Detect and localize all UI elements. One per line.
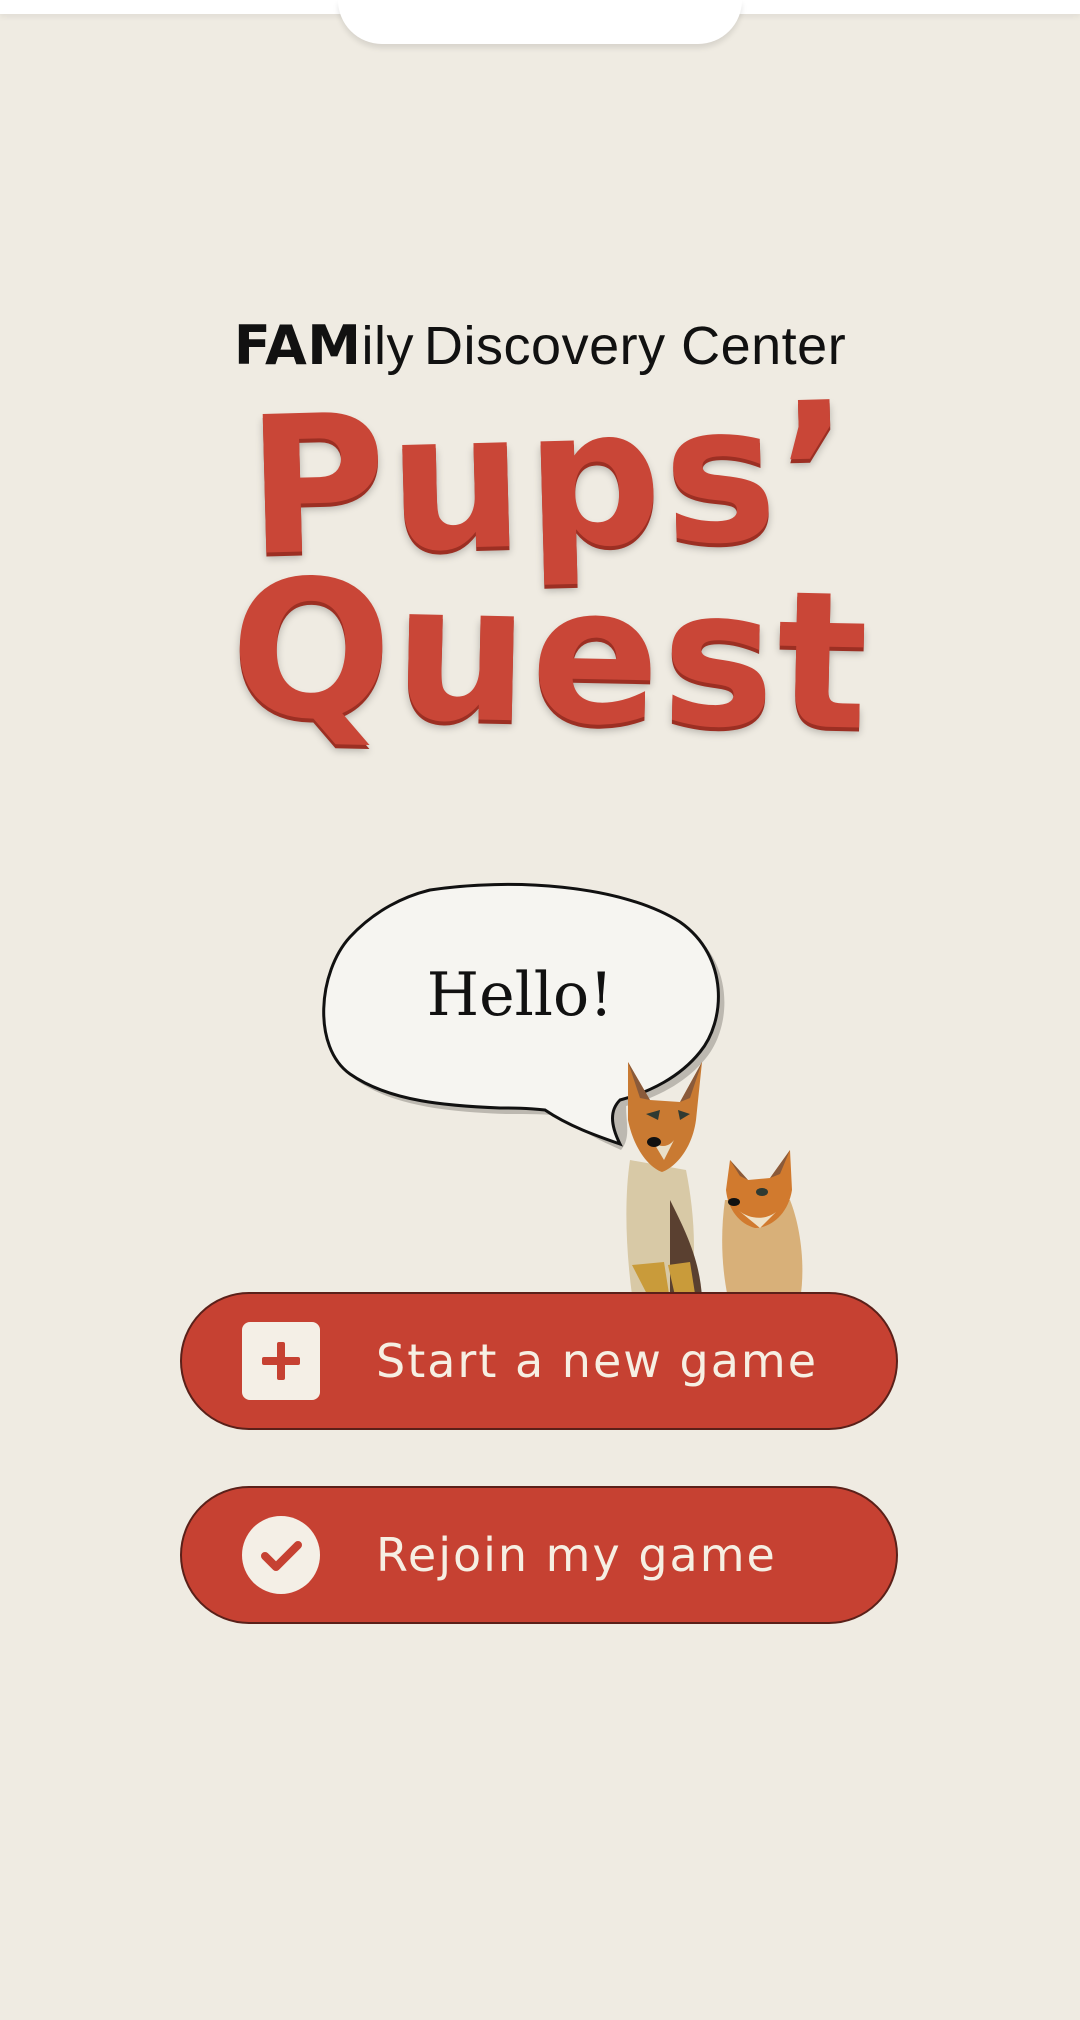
pups-illustration xyxy=(626,1062,803,1300)
org-logo-fam: FAM xyxy=(233,314,362,377)
game-title-line-2: Quest xyxy=(227,538,873,773)
app-screen: FAMily Discovery Center Pups’ Quest Hello… xyxy=(0,0,1080,2020)
rejoin-game-label: Rejoin my game xyxy=(376,1528,777,1582)
game-title: Pups’ Quest xyxy=(200,361,900,773)
speech-bubble-text: Hello! xyxy=(426,960,614,1030)
org-logo-ily: ily xyxy=(361,316,415,376)
start-new-game-label: Start a new game xyxy=(376,1334,819,1388)
check-icon xyxy=(242,1516,320,1594)
plus-icon xyxy=(242,1322,320,1400)
device-notch xyxy=(338,0,742,44)
start-new-game-button[interactable]: Start a new game xyxy=(180,1292,898,1430)
rejoin-game-button[interactable]: Rejoin my game xyxy=(180,1486,898,1624)
